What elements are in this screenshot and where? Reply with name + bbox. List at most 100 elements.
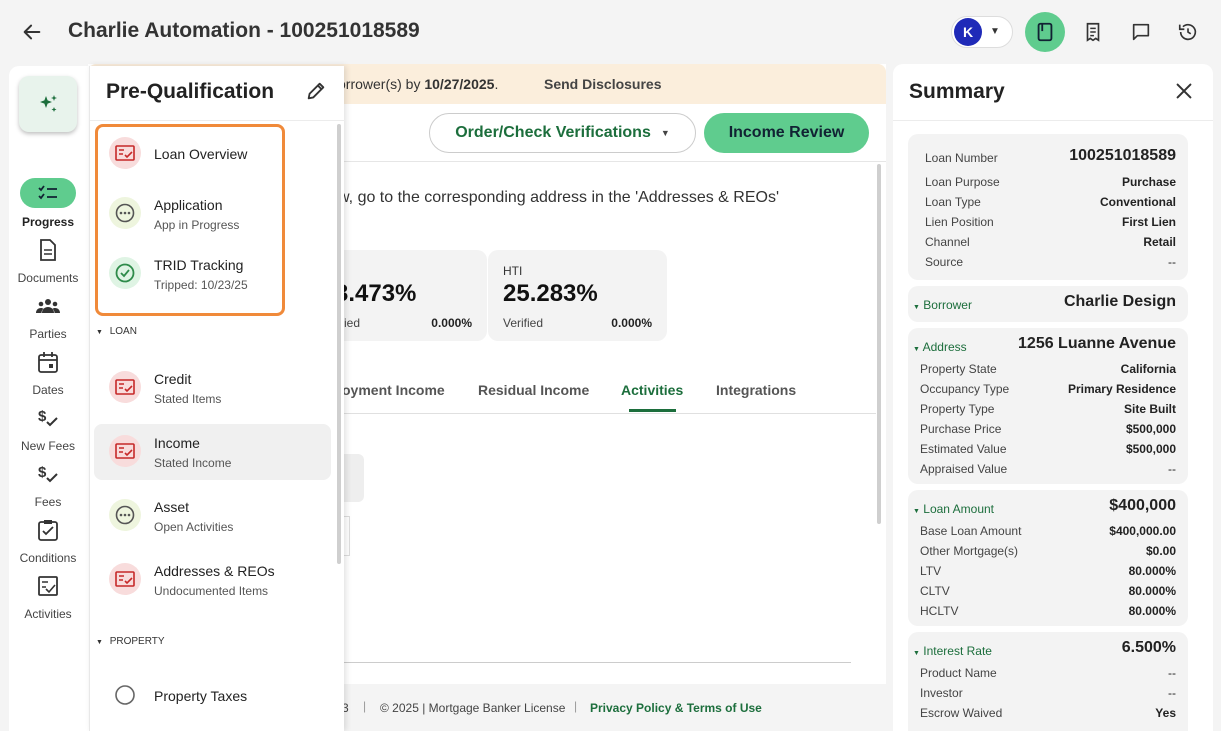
tab-activities[interactable]: Activities bbox=[621, 382, 683, 398]
rail-label: New Fees bbox=[20, 439, 76, 453]
rail-item-conditions[interactable]: Conditions bbox=[9, 518, 89, 574]
rail-item-activities[interactable]: Activities bbox=[9, 574, 89, 630]
privacy-policy-link[interactable]: Privacy Policy & Terms of Use bbox=[590, 701, 762, 715]
summary-key: Channel bbox=[925, 235, 970, 249]
summary-value: 80.000% bbox=[1128, 584, 1176, 598]
messages-button[interactable] bbox=[1121, 12, 1161, 52]
divider bbox=[893, 120, 1213, 121]
file-icon bbox=[1037, 22, 1053, 42]
summary-row: Occupancy Type Primary Residence bbox=[920, 382, 1176, 402]
address-value: 1256 Luanne Avenue bbox=[1018, 335, 1176, 352]
summary-row: CLTV 80.000% bbox=[920, 584, 1176, 604]
checklist-doc-icon bbox=[109, 371, 141, 403]
summary-row: Investor -- bbox=[920, 686, 1176, 706]
checklist-doc-icon bbox=[109, 435, 141, 467]
interest-rate-card: ▼ Interest Rate 6.500% Product Name -- In… bbox=[908, 632, 1188, 731]
interest-rate-header[interactable]: ▼ Interest Rate 6.500% bbox=[913, 639, 1176, 663]
borrower-key: ▼ Borrower bbox=[913, 298, 972, 312]
dollar-check-icon: $ bbox=[35, 462, 61, 486]
rail-item-fees[interactable]: $ Fees bbox=[9, 462, 89, 518]
ai-assistant-button[interactable] bbox=[19, 76, 77, 132]
borrower-header[interactable]: ▼ Borrower Charlie Design bbox=[913, 293, 1176, 317]
income-review-button[interactable]: Income Review bbox=[704, 113, 869, 153]
hti-card: HTI 25.283% Verified 0.000% bbox=[488, 250, 667, 341]
rail-item-parties[interactable]: Parties bbox=[9, 294, 89, 350]
chevron-down-icon: ▼ bbox=[660, 128, 670, 138]
summary-key: Loan Purpose bbox=[925, 175, 1000, 189]
summary-value: $400,000.00 bbox=[1109, 524, 1176, 538]
summary-key: LTV bbox=[920, 564, 942, 578]
rail-label: Progress bbox=[21, 215, 75, 229]
send-disclosures-link[interactable]: Send Disclosures bbox=[544, 76, 662, 92]
banner-text: orrower(s) by 10/27/2025. bbox=[338, 76, 499, 92]
summary-key: Property State bbox=[920, 362, 997, 376]
svg-text:$: $ bbox=[38, 464, 47, 481]
nav-item-addresses-reos[interactable]: Addresses & REOs Undocumented Items bbox=[94, 552, 331, 608]
nav-sub: Open Activities bbox=[154, 520, 234, 534]
panel-scrollbar[interactable] bbox=[337, 124, 341, 564]
rail-item-dates[interactable]: Dates bbox=[9, 350, 89, 406]
loan-amount-header[interactable]: ▼ Loan Amount $400,000 bbox=[913, 497, 1176, 521]
nav-label: Asset bbox=[154, 499, 190, 515]
caret-down-icon: ▼ bbox=[913, 650, 920, 657]
nav-item-asset[interactable]: Asset Open Activities bbox=[94, 488, 331, 544]
section-header-property[interactable]: ▼ PROPERTY bbox=[96, 636, 165, 647]
summary-key: Loan Number bbox=[925, 151, 998, 165]
caret-down-icon: ▼ bbox=[913, 508, 920, 515]
nav-sub: Stated Income bbox=[154, 456, 232, 470]
active-tab-indicator bbox=[629, 409, 676, 412]
summary-value: -- bbox=[1168, 255, 1176, 269]
summary-row: HCLTV 80.000% bbox=[920, 604, 1176, 624]
summary-value: Yes bbox=[1155, 706, 1176, 720]
loan-file-button[interactable] bbox=[1025, 12, 1065, 52]
history-button[interactable] bbox=[1168, 12, 1208, 52]
loan-amount-value: $400,000 bbox=[1109, 497, 1176, 514]
section-label: PROPERTY bbox=[109, 636, 165, 647]
summary-value: First Lien bbox=[1121, 215, 1176, 229]
address-header[interactable]: ▼ Address 1256 Luanne Avenue bbox=[913, 335, 1176, 359]
section-header-loan[interactable]: ▼ LOAN bbox=[96, 326, 137, 337]
nav-label: Property Taxes bbox=[154, 688, 248, 704]
rail-label: Dates bbox=[32, 383, 64, 397]
summary-key: Purchase Price bbox=[920, 422, 1002, 436]
receipt-button[interactable] bbox=[1073, 12, 1113, 52]
loan-info-card: Loan Number 100251018589 Loan Purpose Pu… bbox=[908, 134, 1188, 280]
summary-value: $0.00 bbox=[1145, 544, 1176, 558]
summary-key: CLTV bbox=[920, 584, 950, 598]
main-scrollbar[interactable] bbox=[877, 164, 881, 524]
edit-button[interactable] bbox=[305, 80, 329, 104]
sparkle-icon bbox=[40, 95, 57, 112]
dollar-check-icon: $ bbox=[35, 406, 61, 430]
nav-item-income[interactable]: Income Stated Income bbox=[94, 424, 331, 480]
rail-item-documents[interactable]: Documents bbox=[9, 238, 89, 294]
summary-value: Site Built bbox=[1123, 402, 1176, 416]
nav-label: Income bbox=[154, 435, 200, 451]
caret-down-icon: ▼ bbox=[96, 329, 103, 336]
clipboard-check-icon bbox=[35, 518, 61, 542]
tab-integrations[interactable]: Integrations bbox=[716, 382, 796, 398]
more-circle-icon bbox=[109, 499, 141, 531]
summary-row: Base Loan Amount $400,000.00 bbox=[920, 524, 1176, 544]
receipt-icon bbox=[1086, 22, 1100, 42]
summary-key: Property Type bbox=[920, 402, 995, 416]
rail-item-new-fees[interactable]: $ New Fees bbox=[9, 406, 89, 462]
pre-qualification-panel: Pre-Qualification Loan Overview Applicat… bbox=[89, 66, 345, 731]
rail-label: Activities bbox=[24, 607, 72, 621]
app-header: Charlie Automation - 100251018589 K ▼ bbox=[0, 0, 1221, 64]
svg-text:$: $ bbox=[38, 408, 47, 425]
summary-value: $500,000 bbox=[1125, 442, 1176, 456]
summary-key: Borrower bbox=[923, 298, 972, 312]
tab-residual-income[interactable]: Residual Income bbox=[478, 382, 589, 398]
back-button[interactable] bbox=[18, 18, 46, 46]
user-menu[interactable]: K ▼ bbox=[951, 16, 1013, 48]
nav-label: Credit bbox=[154, 371, 192, 387]
summary-key: Occupancy Type bbox=[920, 382, 1010, 396]
close-button[interactable] bbox=[1173, 80, 1197, 104]
order-verifications-button[interactable]: Order/Check Verifications ▼ bbox=[429, 113, 696, 153]
page-title: Charlie Automation - 100251018589 bbox=[68, 19, 420, 42]
nav-item-property-taxes[interactable]: Property Taxes bbox=[94, 668, 331, 724]
rail-item-progress[interactable]: Progress bbox=[9, 178, 89, 234]
tab-employment-income[interactable]: oyment Income bbox=[342, 382, 445, 398]
nav-item-credit[interactable]: Credit Stated Items bbox=[94, 360, 331, 416]
summary-key: Product Name bbox=[920, 666, 997, 680]
